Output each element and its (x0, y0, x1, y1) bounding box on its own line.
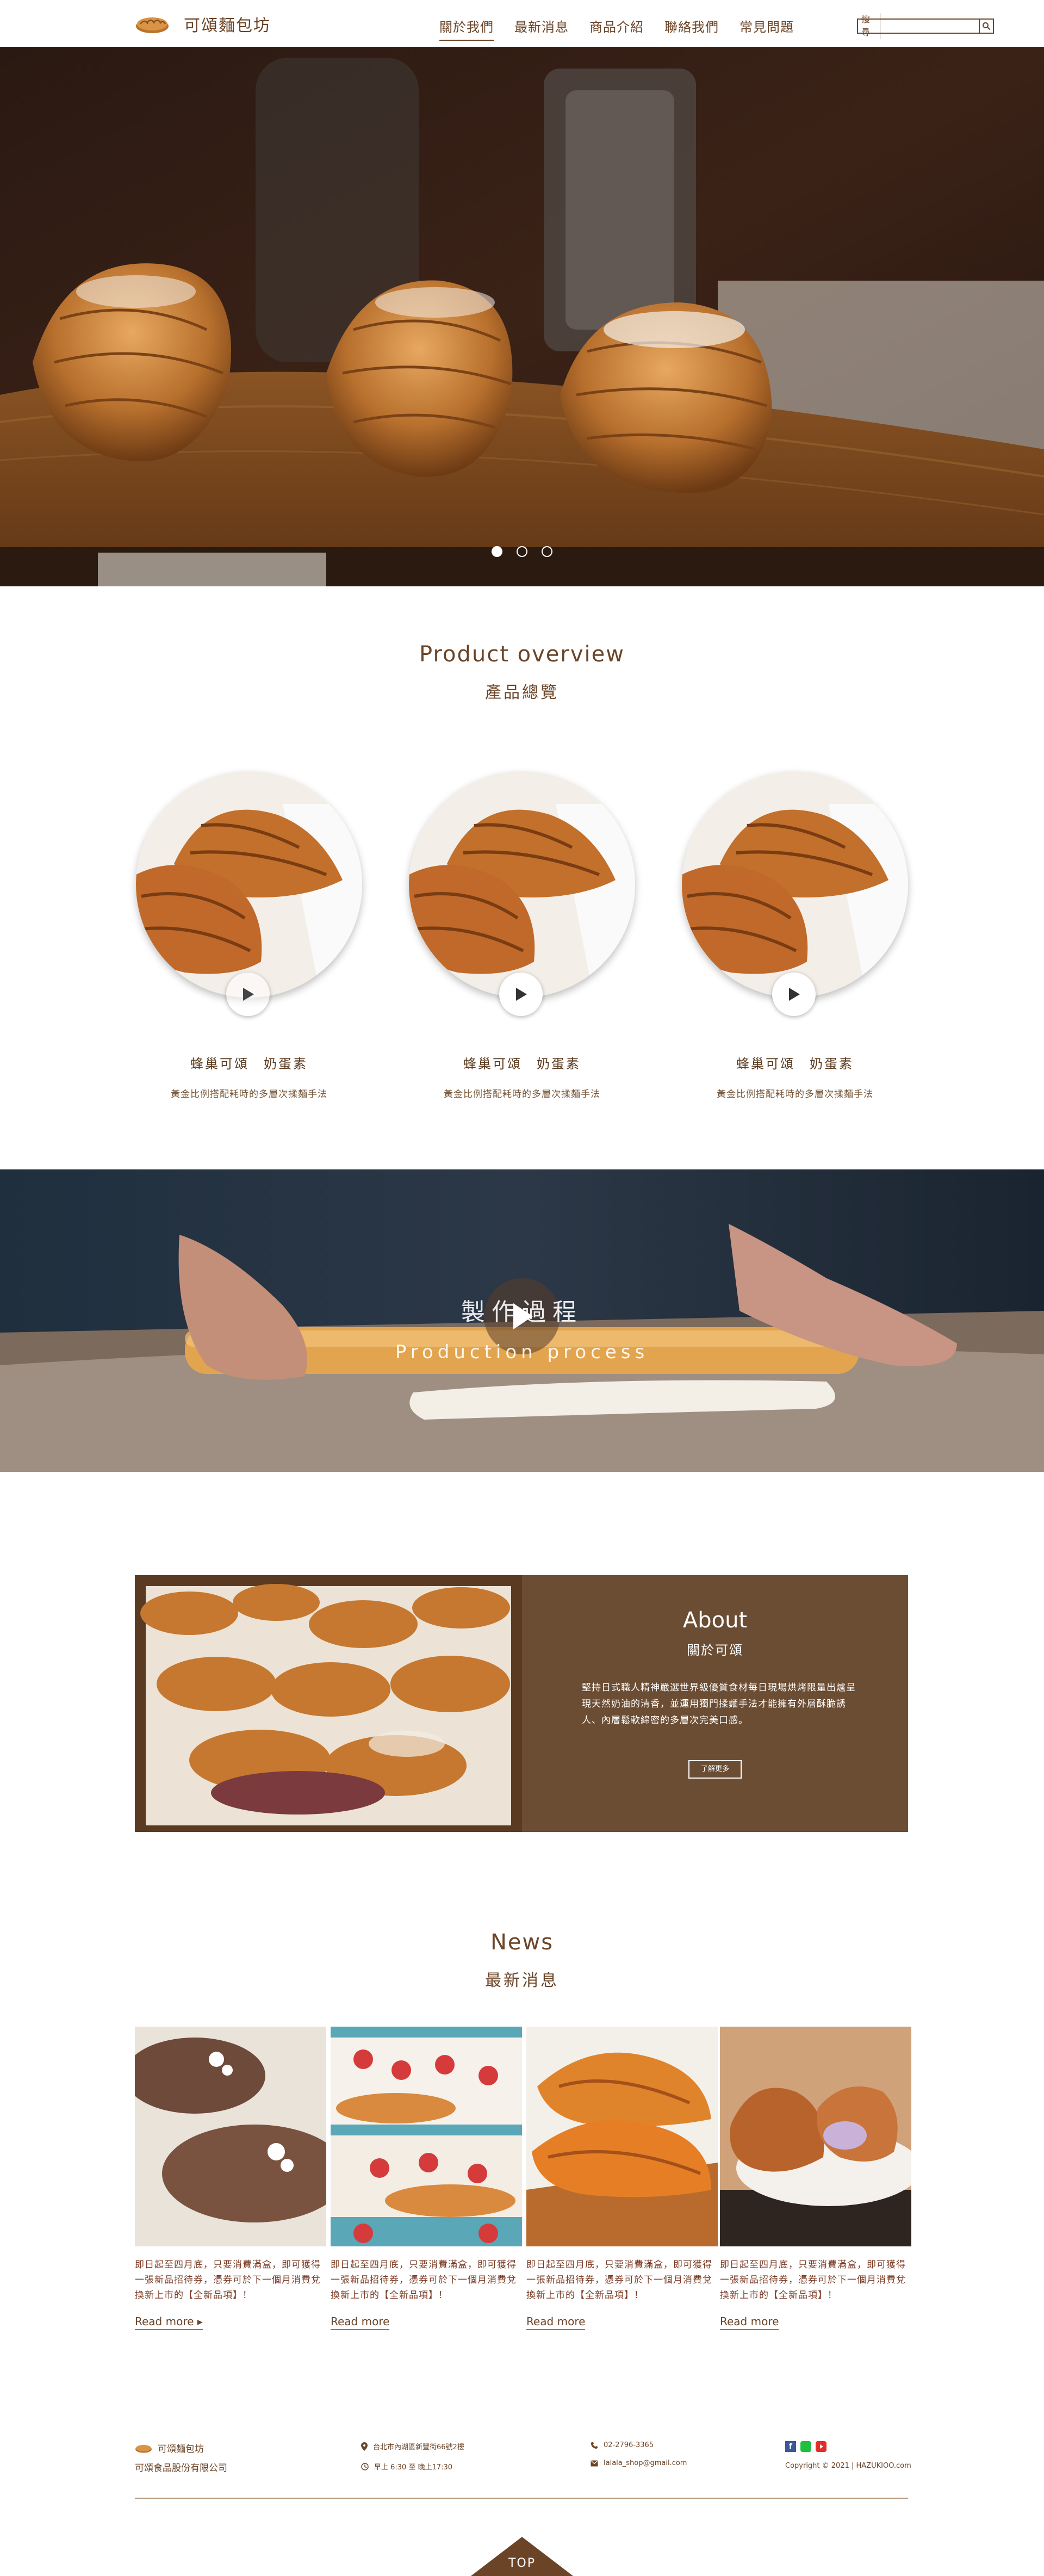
play-icon (243, 988, 254, 1001)
brand-name: 可頌麵包坊 (184, 16, 271, 35)
product-desc: 黃金比例搭配耗時的多層次揉麵手法 (444, 1089, 600, 1100)
product-name: 蜂巢可頌 奶蛋素 (463, 1056, 581, 1072)
news-text: 即日起至四月底，只要消費滿盒，即可獲得一張新品招待券，憑券可於下一個月消費兌換新… (331, 2259, 517, 2301)
footer-divider (135, 2498, 908, 2499)
news-read-more[interactable]: Read more (331, 2315, 390, 2330)
product-play-button[interactable] (226, 973, 270, 1016)
bread-logo-icon (135, 2444, 152, 2453)
about-panel: About 關於可頌 堅持日式職人精神嚴選世界級優質食材每日現場烘烤限量出爐呈現… (522, 1575, 908, 1832)
news-read-more[interactable]: Read more (526, 2315, 586, 2330)
search-button[interactable] (978, 20, 993, 33)
about-text: 堅持日式職人精神嚴選世界級優質食材每日現場烘烤限量出爐呈現天然奶油的清香，並運用… (582, 1682, 856, 1726)
footer-contact: 02-2796-3365 lalala_shop@gmail.com (591, 2441, 687, 2467)
nav-about[interactable]: 關於我們 (439, 16, 494, 41)
clock-icon (361, 2462, 369, 2470)
news-title-zh: 最新消息 (485, 1971, 559, 1990)
bread-logo-icon (136, 17, 169, 33)
hero-dot-1[interactable] (492, 546, 502, 557)
news-card-4[interactable]: 即日起至四月底，只要消費滿盒，即可獲得一張新品招待券，憑券可於下一個月消費兌換新… (720, 2027, 911, 2330)
product-image (409, 771, 635, 998)
hero-dots (0, 546, 1044, 557)
news-image (526, 2027, 718, 2246)
product-card-3[interactable]: 蜂巢可頌 奶蛋素 黃金比例搭配耗時的多層次揉麵手法 (681, 771, 909, 1100)
about-image (135, 1575, 522, 1832)
news-text: 即日起至四月底，只要消費滿盒，即可獲得一張新品招待券，憑券可於下一個月消費兌換新… (135, 2259, 321, 2301)
footer-phone[interactable]: 02-2796-3365 (604, 2441, 654, 2449)
nav-products[interactable]: 商品介紹 (589, 16, 644, 41)
news-card-3[interactable]: 即日起至四月底，只要消費滿盒，即可獲得一張新品招待券，憑券可於下一個月消費兌換新… (526, 2027, 718, 2330)
news-image (331, 2027, 522, 2246)
products-title-en: Product overview (419, 642, 625, 667)
products-heading: Product overview 產品總覽 (0, 642, 1044, 703)
product-card-1[interactable]: 蜂巢可頌 奶蛋素 黃金比例搭配耗時的多層次揉麵手法 (135, 771, 363, 1100)
hero-slider (0, 47, 1044, 586)
footer-copyright: Copyright © 2021 | HAZUKIOO.com (785, 2462, 911, 2470)
nav-contact[interactable]: 聯絡我們 (664, 16, 719, 41)
product-card-2[interactable]: 蜂巢可頌 奶蛋素 黃金比例搭配耗時的多層次揉麵手法 (408, 771, 636, 1100)
products-title-zh: 產品總覽 (485, 683, 559, 702)
product-image (682, 771, 908, 998)
footer-address: 台北市內湖區新豐街66號2樓 (373, 2443, 464, 2451)
product-play-button[interactable] (499, 973, 543, 1016)
news-heading: News 最新消息 (0, 1930, 1044, 1991)
footer-hours: 早上 6:30 至 晚上17:30 (374, 2463, 453, 2472)
product-desc: 黃金比例搭配耗時的多層次揉麵手法 (171, 1089, 327, 1100)
product-name: 蜂巢可頌 奶蛋素 (736, 1056, 854, 1072)
search-input[interactable] (880, 20, 979, 33)
about-title-en: About (682, 1608, 748, 1633)
mail-icon (591, 2460, 598, 2466)
footer-brand-name: 可頌麵包坊 (158, 2444, 204, 2455)
news-image (135, 2027, 326, 2246)
brand-logo[interactable]: 可頌麵包坊 (135, 13, 271, 35)
footer-location: 台北市內湖區新豐街66號2樓 早上 6:30 至 晚上17:30 (361, 2441, 464, 2472)
search-icon (982, 22, 991, 30)
search-label: 搜尋 (858, 13, 880, 39)
back-to-top-button[interactable]: TOP (471, 2537, 573, 2576)
product-play-button[interactable] (772, 973, 816, 1016)
facebook-icon[interactable]: f (785, 2441, 796, 2452)
hero-croissant-image (0, 47, 1044, 586)
product-name: 蜂巢可頌 奶蛋素 (190, 1056, 308, 1072)
footer-email[interactable]: lalala_shop@gmail.com (604, 2459, 687, 2467)
news-title-en: News (490, 1930, 554, 1955)
product-desc: 黃金比例搭配耗時的多層次揉麵手法 (717, 1089, 873, 1100)
product-image (136, 771, 362, 998)
line-icon[interactable] (800, 2441, 811, 2452)
news-read-more[interactable]: Read more (720, 2315, 779, 2330)
about-more-button[interactable]: 了解更多 (688, 1760, 742, 1779)
news-card-1[interactable]: 即日起至四月底，只要消費滿盒，即可獲得一張新品招待券，憑券可於下一個月消費兌換新… (135, 2027, 326, 2330)
search-box: 搜尋 (857, 13, 994, 39)
news-image (720, 2027, 911, 2246)
process-subtitle: Production process (395, 1341, 649, 1363)
play-icon (789, 988, 800, 1001)
about-title-zh: 關於可頌 (687, 1643, 743, 1658)
news-text: 即日起至四月底，只要消費滿盒，即可獲得一張新品招待券，憑券可於下一個月消費兌換新… (720, 2259, 906, 2301)
process-title: 製作過程 (461, 1298, 583, 1326)
play-icon (516, 988, 527, 1001)
news-read-more[interactable]: Read more ▸ (135, 2315, 203, 2330)
news-card-2[interactable]: 即日起至四月底，只要消費滿盒，即可獲得一張新品招待券，憑券可於下一個月消費兌換新… (331, 2027, 522, 2330)
main-nav: 關於我們 最新消息 商品介紹 聯絡我們 常見問題 (439, 16, 794, 41)
location-pin-icon (361, 2442, 368, 2451)
footer-social: f Copyright © 2021 | HAZUKIOO.com (785, 2441, 911, 2470)
hero-dot-2[interactable] (517, 546, 527, 557)
nav-news[interactable]: 最新消息 (514, 16, 569, 41)
youtube-icon[interactable] (816, 2441, 826, 2452)
footer-brand: 可頌麵包坊 可頌食品股份有限公司 (135, 2441, 227, 2474)
back-to-top-label: TOP (508, 2556, 536, 2570)
nav-faq[interactable]: 常見問題 (739, 16, 794, 41)
site-header: 可頌麵包坊 關於我們 最新消息 商品介紹 聯絡我們 常見問題 搜尋 (0, 0, 1044, 47)
news-text: 即日起至四月底，只要消費滿盒，即可獲得一張新品招待券，憑券可於下一個月消費兌換新… (526, 2259, 712, 2301)
hero-dot-3[interactable] (542, 546, 552, 557)
phone-icon (591, 2442, 598, 2449)
footer-company: 可頌食品股份有限公司 (135, 2463, 227, 2474)
